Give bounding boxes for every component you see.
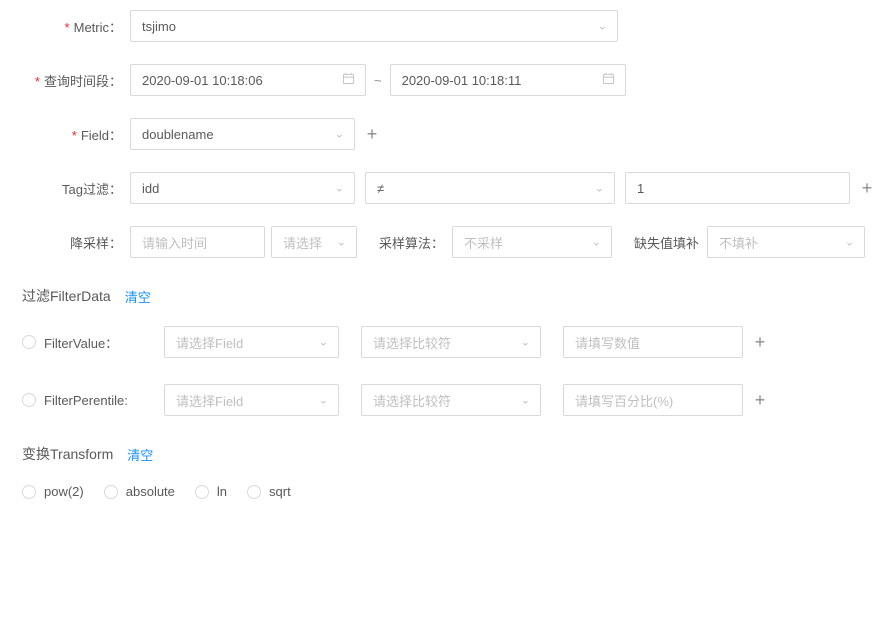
filtervalue-label: FilterValue： bbox=[44, 333, 118, 352]
transform-ln-radio[interactable] bbox=[195, 485, 209, 499]
downsample-label: 降采样： bbox=[0, 233, 130, 252]
transform-absolute-option[interactable]: absolute bbox=[104, 484, 175, 499]
time-end-value: 2020-09-01 10:18:11 bbox=[402, 73, 522, 88]
field-label: Field： bbox=[0, 125, 130, 144]
downsample-time-input[interactable]: 请输入时间 bbox=[130, 226, 265, 258]
chevron-down-icon: ⌄ bbox=[319, 394, 328, 407]
filtervalue-field-select[interactable]: 请选择Field ⌄ bbox=[164, 326, 339, 358]
filtervalue-field-placeholder: 请选择Field bbox=[176, 333, 243, 352]
tilde-separator: ~ bbox=[366, 73, 390, 88]
chevron-down-icon: ⌄ bbox=[845, 236, 854, 249]
transform-pow2-label: pow(2) bbox=[44, 484, 84, 499]
filterpercentile-radio[interactable] bbox=[22, 393, 36, 407]
time-end-input[interactable]: 2020-09-01 10:18:11 bbox=[390, 64, 626, 96]
calendar-icon bbox=[342, 72, 355, 88]
chevron-down-icon: ⌄ bbox=[335, 128, 344, 141]
add-filterpercentile-button[interactable]: + bbox=[749, 390, 771, 411]
field-value: doublename bbox=[142, 127, 214, 142]
chevron-down-icon: ⌄ bbox=[598, 20, 607, 33]
chevron-down-icon: ⌄ bbox=[592, 236, 601, 249]
metric-label: Metric： bbox=[0, 17, 130, 36]
chevron-down-icon: ⌄ bbox=[335, 182, 344, 195]
filtervalue-comparator-placeholder: 请选择比较符 bbox=[373, 333, 451, 352]
filterdata-section-title: 过滤FilterData bbox=[22, 286, 111, 306]
tag-key-select[interactable]: idd ⌄ bbox=[130, 172, 355, 204]
samplingalgo-label: 采样算法： bbox=[379, 233, 452, 252]
filterpercentile-field-select[interactable]: 请选择Field ⌄ bbox=[164, 384, 339, 416]
transform-sqrt-option[interactable]: sqrt bbox=[247, 484, 291, 499]
transform-absolute-label: absolute bbox=[126, 484, 175, 499]
filtervalue-number-placeholder: 请填写数值 bbox=[575, 333, 640, 352]
chevron-down-icon: ⌄ bbox=[319, 336, 328, 349]
missingfill-placeholder: 不填补 bbox=[719, 233, 758, 252]
filterpercentile-comparator-select[interactable]: 请选择比较符 ⌄ bbox=[361, 384, 541, 416]
tag-op-select[interactable]: ≠ ⌄ bbox=[365, 172, 615, 204]
missingfill-label: 缺失值填补 bbox=[634, 233, 707, 252]
filterpercentile-percent-placeholder: 请填写百分比(%) bbox=[575, 391, 673, 410]
field-select[interactable]: doublename ⌄ bbox=[130, 118, 355, 150]
downsample-unit-placeholder: 请选择 bbox=[283, 233, 322, 252]
downsample-unit-select[interactable]: 请选择 ⌄ bbox=[271, 226, 357, 258]
chevron-down-icon: ⌄ bbox=[337, 236, 346, 249]
transform-pow2-radio[interactable] bbox=[22, 485, 36, 499]
calendar-icon bbox=[602, 72, 615, 88]
samplingalgo-placeholder: 不采样 bbox=[464, 233, 503, 252]
transform-section-title: 变换Transform bbox=[22, 444, 113, 464]
filterdata-clear-link[interactable]: 清空 bbox=[125, 287, 151, 306]
samplingalgo-select[interactable]: 不采样 ⌄ bbox=[452, 226, 612, 258]
tag-op-value: ≠ bbox=[377, 181, 384, 196]
time-start-input[interactable]: 2020-09-01 10:18:06 bbox=[130, 64, 366, 96]
transform-pow2-option[interactable]: pow(2) bbox=[22, 484, 84, 499]
add-tag-button[interactable]: + bbox=[856, 178, 878, 199]
transform-absolute-radio[interactable] bbox=[104, 485, 118, 499]
filtervalue-comparator-select[interactable]: 请选择比较符 ⌄ bbox=[361, 326, 541, 358]
chevron-down-icon: ⌄ bbox=[521, 336, 530, 349]
transform-ln-option[interactable]: ln bbox=[195, 484, 227, 499]
transform-sqrt-label: sqrt bbox=[269, 484, 291, 499]
tag-value-input[interactable]: 1 bbox=[625, 172, 850, 204]
filtervalue-radio[interactable] bbox=[22, 335, 36, 349]
filterpercentile-percent-input[interactable]: 请填写百分比(%) bbox=[563, 384, 743, 416]
time-start-value: 2020-09-01 10:18:06 bbox=[142, 73, 263, 88]
transform-clear-link[interactable]: 清空 bbox=[127, 445, 153, 464]
tag-key-value: idd bbox=[142, 181, 159, 196]
metric-select[interactable]: tsjimo ⌄ bbox=[130, 10, 618, 42]
chevron-down-icon: ⌄ bbox=[595, 182, 604, 195]
filterpercentile-comparator-placeholder: 请选择比较符 bbox=[373, 391, 451, 410]
metric-value: tsjimo bbox=[142, 19, 176, 34]
timerange-label: 查询时间段： bbox=[0, 71, 130, 90]
add-field-button[interactable]: + bbox=[361, 124, 383, 145]
chevron-down-icon: ⌄ bbox=[521, 394, 530, 407]
transform-sqrt-radio[interactable] bbox=[247, 485, 261, 499]
add-filtervalue-button[interactable]: + bbox=[749, 332, 771, 353]
transform-ln-label: ln bbox=[217, 484, 227, 499]
tagfilter-label: Tag过滤： bbox=[0, 179, 130, 198]
downsample-time-placeholder: 请输入时间 bbox=[142, 233, 207, 252]
filterpercentile-label: FilterPerentile: bbox=[44, 393, 128, 408]
tag-value-text: 1 bbox=[637, 181, 644, 196]
filtervalue-number-input[interactable]: 请填写数值 bbox=[563, 326, 743, 358]
filterpercentile-field-placeholder: 请选择Field bbox=[176, 391, 243, 410]
missingfill-select[interactable]: 不填补 ⌄ bbox=[707, 226, 865, 258]
